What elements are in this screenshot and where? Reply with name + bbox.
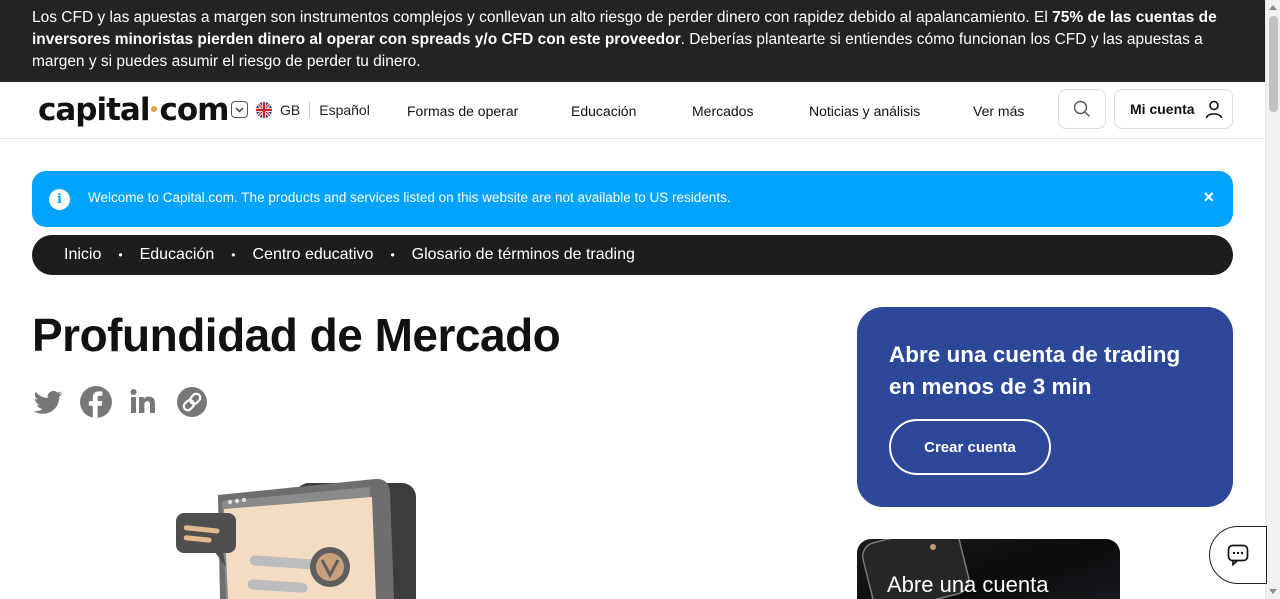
site-header: capital com GB Español Formas de operar E… — [0, 82, 1265, 139]
scroll-down-arrow-icon[interactable] — [1269, 589, 1277, 594]
chevron-down-icon[interactable] — [231, 101, 248, 118]
chat-icon — [1227, 544, 1249, 566]
create-account-button[interactable]: Crear cuenta — [889, 419, 1051, 475]
breadcrumb-item-centro-educativo[interactable]: Centro educativo — [252, 246, 373, 264]
share-facebook-button[interactable] — [80, 386, 112, 418]
search-icon — [1073, 100, 1090, 117]
scroll-up-arrow-icon[interactable] — [1269, 5, 1277, 10]
logo-dot — [151, 105, 158, 112]
facebook-icon — [80, 386, 112, 418]
info-icon: i — [49, 189, 70, 210]
linkedin-icon — [130, 389, 155, 413]
region-code: GB — [280, 101, 301, 118]
breadcrumb-item-glosario[interactable]: Glosario de términos de trading — [412, 246, 635, 264]
promo-banner[interactable]: Abre una cuenta — [857, 539, 1120, 599]
article-illustration — [170, 475, 420, 599]
notice-text: Welcome to Capital.com. The products and… — [88, 190, 731, 205]
copy-link-button[interactable] — [176, 386, 208, 418]
breadcrumb-separator: • — [231, 248, 236, 262]
nav-ver-mas[interactable]: Ver más — [973, 103, 1024, 119]
page-scrollbar[interactable] — [1265, 0, 1280, 599]
breadcrumb: Inicio • Educación • Centro educativo • … — [32, 235, 1233, 275]
scrollbar-thumb[interactable] — [1269, 16, 1278, 112]
logo-text-right: com — [159, 92, 229, 128]
open-account-card: Abre una cuenta de trading en menos de 3… — [857, 307, 1233, 507]
language-label: Español — [319, 101, 370, 118]
chat-button[interactable] — [1209, 526, 1267, 584]
nav-educacion[interactable]: Educación — [571, 103, 636, 119]
nav-noticias-y-analisis[interactable]: Noticias y análisis — [809, 103, 920, 119]
logo-text-left: capital — [38, 92, 150, 128]
cta-title: Abre una cuenta de trading en menos de 3… — [889, 342, 1181, 399]
nav-formas-de-operar[interactable]: Formas de operar — [407, 103, 518, 119]
twitter-icon — [33, 390, 63, 414]
us-residents-notice: i Welcome to Capital.com. The products a… — [32, 171, 1233, 227]
uk-flag-icon — [256, 101, 272, 118]
my-account-label: Mi cuenta — [1130, 101, 1195, 117]
link-icon — [177, 387, 207, 417]
risk-warning-banner: Los CFD y las apuestas a margen son inst… — [0, 0, 1265, 82]
share-linkedin-button[interactable] — [128, 386, 160, 418]
risk-warning-text: Los CFD y las apuestas a margen son inst… — [32, 9, 1053, 26]
promo-title: Abre una cuenta — [887, 572, 1049, 597]
breadcrumb-separator: • — [118, 248, 123, 262]
user-icon — [1205, 100, 1222, 119]
divider — [309, 101, 311, 118]
breadcrumb-item-inicio[interactable]: Inicio — [64, 246, 101, 264]
share-twitter-button[interactable] — [32, 386, 64, 418]
breadcrumb-separator: • — [390, 248, 395, 262]
page-title: Profundidad de Mercado — [32, 309, 561, 361]
my-account-button[interactable]: Mi cuenta — [1114, 89, 1233, 129]
search-button[interactable] — [1058, 89, 1106, 129]
nav-mercados[interactable]: Mercados — [692, 103, 753, 119]
region-language-selector[interactable]: GB Español — [231, 101, 370, 118]
breadcrumb-item-educacion[interactable]: Educación — [140, 246, 215, 264]
close-icon[interactable]: × — [1203, 187, 1214, 208]
capital-com-logo[interactable]: capital com — [38, 92, 229, 128]
